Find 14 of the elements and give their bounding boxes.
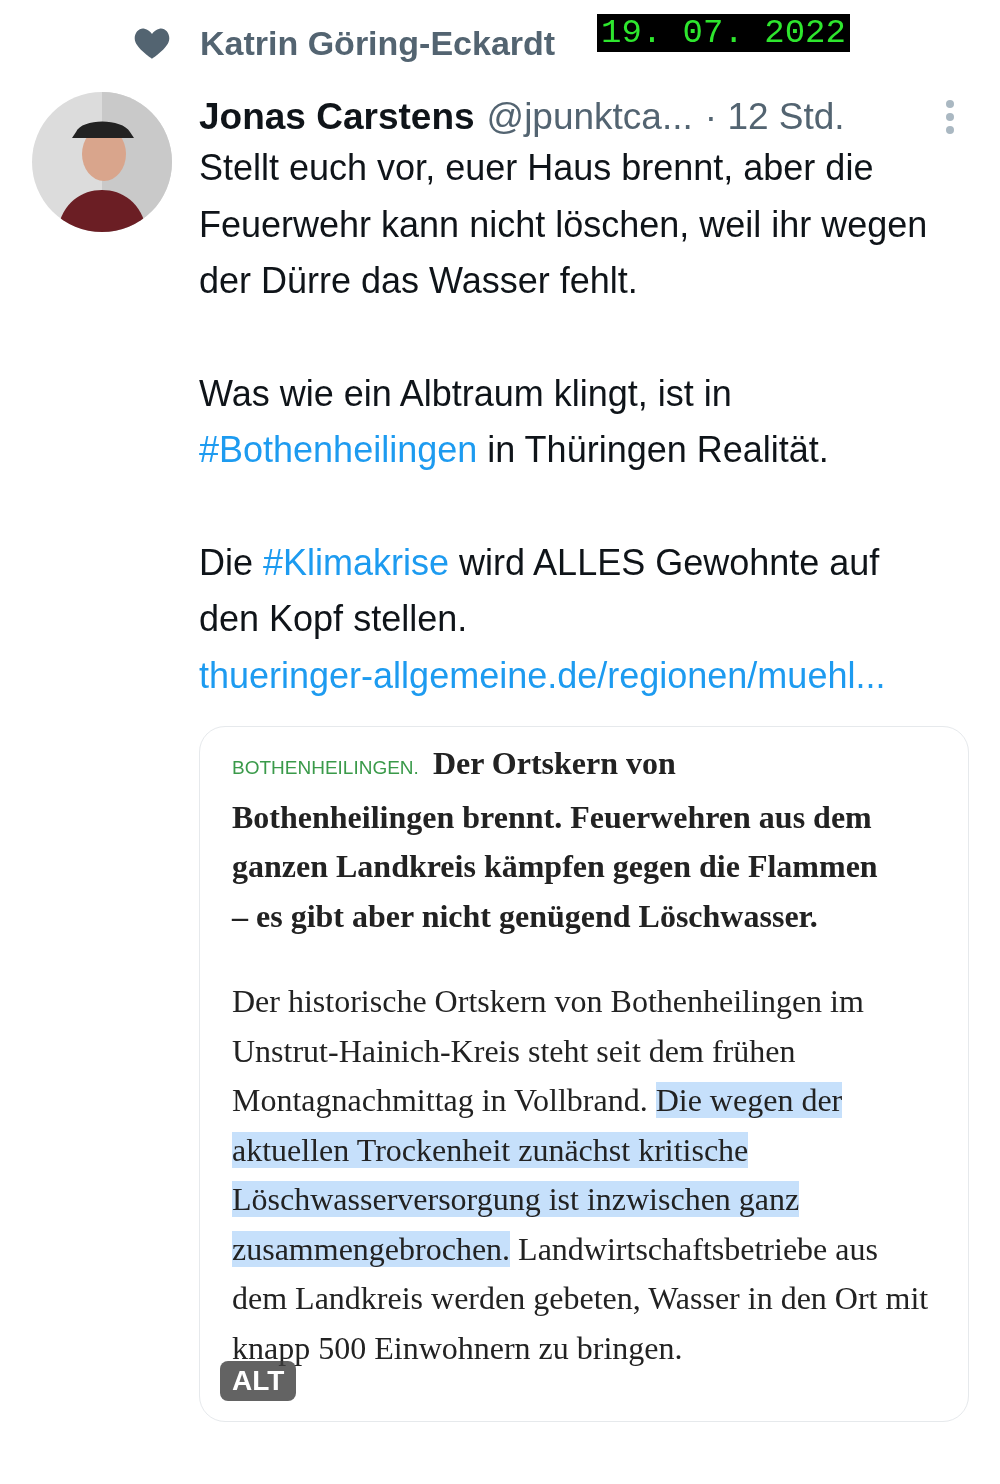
date-stamp: 19. 07. 2022	[597, 14, 850, 52]
heart-icon	[134, 27, 170, 59]
author-name[interactable]: Jonas Carstens	[199, 96, 475, 138]
tweet-text: Die #Klimakrise wird ALLES Gewohnte auf den Kopf stellen. thueringer-allgemeine.de/regionen/muehl...	[199, 534, 944, 704]
article-lead: BOTHENHEILINGEN. Der Ortskern von Bothenheilingen brennt. Feuerwehren aus dem ganzen Landkreis kämpfen gegen die Flammen – es gibt aber nicht genügend Löschwasser.	[232, 744, 879, 936]
tweet-time: · 12 Std.	[704, 96, 845, 138]
hashtag-link[interactable]: #Bothenheilingen	[199, 429, 478, 470]
url-link[interactable]: thueringer-allgemeine.de/regionen/muehl...	[199, 647, 899, 704]
tweet-text: Stellt euch vor, euer Haus brennt, aber die Feuerwehr kann nicht löschen, weil ihr wegen der Dürre das Wasser fehlt.	[199, 146, 929, 303]
tweet-text: Was wie ein Albtraum klingt, ist in #Bothenheilingen in Thüringen Realität.	[199, 371, 830, 472]
liked-by-text: Katrin Göring-Eckardt	[200, 23, 556, 63]
article-image[interactable]	[199, 726, 969, 1422]
author-handle: @jpunktca...	[486, 96, 693, 138]
hashtag-link[interactable]: #Klimakrise	[263, 541, 450, 583]
